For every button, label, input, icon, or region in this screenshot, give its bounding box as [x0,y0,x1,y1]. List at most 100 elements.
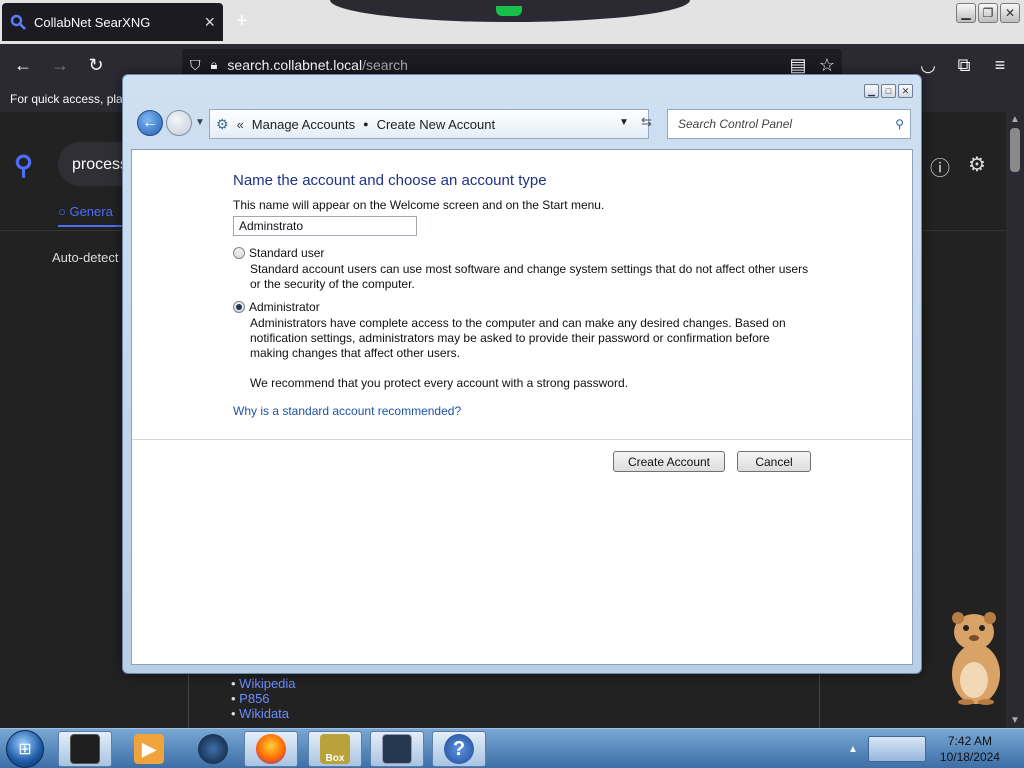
clock-time: 7:42 AM [947,734,992,748]
new-tab-icon[interactable]: + [236,10,248,33]
search-control-panel-placeholder: Search Control Panel [678,117,793,131]
breadcrumb[interactable]: ⚙ « Manage Accounts ● Create New Account [209,109,649,139]
language-autodetect[interactable]: Auto-detect [52,250,119,265]
cp-close-icon[interactable]: ✕ [898,84,913,98]
window-top-decoration [330,0,690,22]
why-standard-account-link[interactable]: Why is a standard account recommended? [233,404,461,418]
taskbar-item-terminal[interactable] [58,731,112,767]
url-host: search.collabnet.local [227,57,363,73]
cp-back-arrow-icon[interactable]: ← [137,110,163,136]
browser-tab[interactable]: CollabNet SearXNG × [2,3,223,41]
window-controls: ▁ ❐ ✕ [956,3,1020,23]
system-tray: ▲ 7:42 AM 10/18/2024 [842,729,1024,768]
account-name-input[interactable] [233,216,417,236]
searxng-logo-icon[interactable]: ⚲ [14,150,33,181]
standard-user-option[interactable]: Standard user [233,246,324,260]
firefox-icon [256,734,286,764]
taskbar: ⊞ ▶ Box ? ▲ 7:42 AM 10/18/2024 [0,728,1024,768]
minimize-icon[interactable]: ▁ [956,3,976,23]
clock-date: 10/18/2024 [939,750,1000,764]
terminal-icon [70,734,100,764]
breadcrumb-overflow-icon[interactable]: « [237,117,244,132]
info-icon[interactable]: ⓘ [930,152,950,181]
page-title: Name the account and choose an account t… [233,172,547,189]
url-path: /search [362,57,408,73]
box-label: Box [325,753,345,764]
tab-title: CollabNet SearXNG [34,14,151,30]
decoration-led [496,6,522,16]
taskbar-item-control-panel[interactable] [370,731,424,767]
tab-general[interactable]: ○ Genera [58,204,128,227]
box-app-icon: Box [320,734,350,764]
breadcrumb-separator-icon[interactable]: ● [363,119,368,129]
tab-general-label: Genera [69,204,113,219]
scrollbar-thumb[interactable] [1010,128,1020,172]
refresh-icon[interactable]: ⇆ [641,114,652,130]
scroll-down-icon[interactable]: ▼ [1010,715,1020,726]
hamster-mascot-icon [952,612,1000,705]
menu-icon[interactable]: ≡ [987,52,1013,78]
settings-gear-icon[interactable]: ⚙ [968,152,986,181]
taskbar-item-network[interactable] [186,731,240,767]
url-text: search.collabnet.local/search [227,57,408,73]
link-wikipedia[interactable]: Wikipedia [231,676,819,691]
network-status-icon[interactable] [867,736,926,762]
shield-icon[interactable]: ⛉ [190,57,201,74]
link-p856[interactable]: P856 [231,691,819,706]
clock[interactable]: 7:42 AM 10/18/2024 [940,733,1000,765]
recent-pages-dropdown-icon[interactable]: ▼ [195,117,205,128]
administrator-radio[interactable] [233,301,245,313]
reload-icon[interactable]: ↻ [83,52,109,78]
create-account-button[interactable]: Create Account [613,451,725,472]
taskbar-item-box[interactable]: Box [308,731,362,767]
cancel-button[interactable]: Cancel [737,451,811,472]
cp-minimize-icon[interactable]: ▁ [864,84,879,98]
breadcrumb-create-new-account[interactable]: Create New Account [377,117,496,132]
bookmarks-hint: For quick access, plac [10,92,129,106]
link-wikidata[interactable]: Wikidata [231,706,819,721]
control-panel-window: ▁ □ ✕ ← ▼ ⚙ « Manage Accounts ● Create N… [122,74,922,674]
cp-maximize-icon[interactable]: □ [881,84,896,98]
globe-icon [198,734,228,764]
search-control-panel-input[interactable]: Search Control Panel ⚲ [667,109,911,139]
taskbar-item-help[interactable]: ? [432,731,486,767]
button-divider [132,439,912,440]
scroll-up-icon[interactable]: ▲ [1010,114,1020,125]
breadcrumb-manage-accounts[interactable]: Manage Accounts [252,117,355,132]
infobox-links: Wikipedia P856 Wikidata [188,672,820,732]
administrator-option[interactable]: Administrator [233,300,320,314]
create-account-panel: Name the account and choose an account t… [131,149,913,665]
control-panel-window-icon [382,734,412,764]
breadcrumb-dropdown-icon[interactable]: ▼ [619,117,629,128]
browser-tab-bar: CollabNet SearXNG × + ▁ ❐ ✕ [0,0,1024,44]
standard-user-description: Standard account users can use most soft… [250,262,809,291]
help-icon: ? [444,734,474,764]
tab-close-icon[interactable]: × [204,12,215,33]
lock-icon[interactable]: 🔒︎ [211,57,218,73]
restore-icon[interactable]: ❐ [978,3,998,23]
cp-forward-arrow-icon[interactable] [166,110,192,136]
extensions-icon[interactable]: ⧉ [951,52,977,78]
administrator-description: Administrators have complete access to t… [250,316,786,360]
taskbar-item-media-player[interactable]: ▶ [122,731,176,767]
page-scrollbar[interactable]: ▲ ▼ [1006,112,1024,728]
password-recommendation: We recommend that you protect every acco… [250,376,628,390]
cp-window-controls: ▁ □ ✕ [864,84,913,98]
media-player-icon: ▶ [134,734,164,764]
show-hidden-icons-icon[interactable]: ▲ [848,744,858,755]
control-panel-icon: ⚙ [216,115,229,132]
administrator-label[interactable]: Administrator [249,300,320,314]
general-search-icon: ○ [58,204,70,219]
close-window-icon[interactable]: ✕ [1000,3,1020,23]
start-button-windows-icon[interactable]: ⊞ [6,730,44,768]
standard-user-radio[interactable] [233,247,245,259]
name-hint: This name will appear on the Welcome scr… [233,198,605,212]
back-arrow-icon[interactable]: ← [10,52,36,78]
taskbar-item-firefox[interactable] [244,731,298,767]
search-icon[interactable]: ⚲ [895,117,904,131]
forward-arrow-icon[interactable]: → [47,52,73,78]
standard-user-label[interactable]: Standard user [249,246,324,260]
searxng-favicon-icon [10,14,26,30]
page-toolbar: ⓘ ⚙ [930,152,986,181]
cp-address-bar: ← ▼ ⚙ « Manage Accounts ● Create New Acc… [133,107,913,145]
